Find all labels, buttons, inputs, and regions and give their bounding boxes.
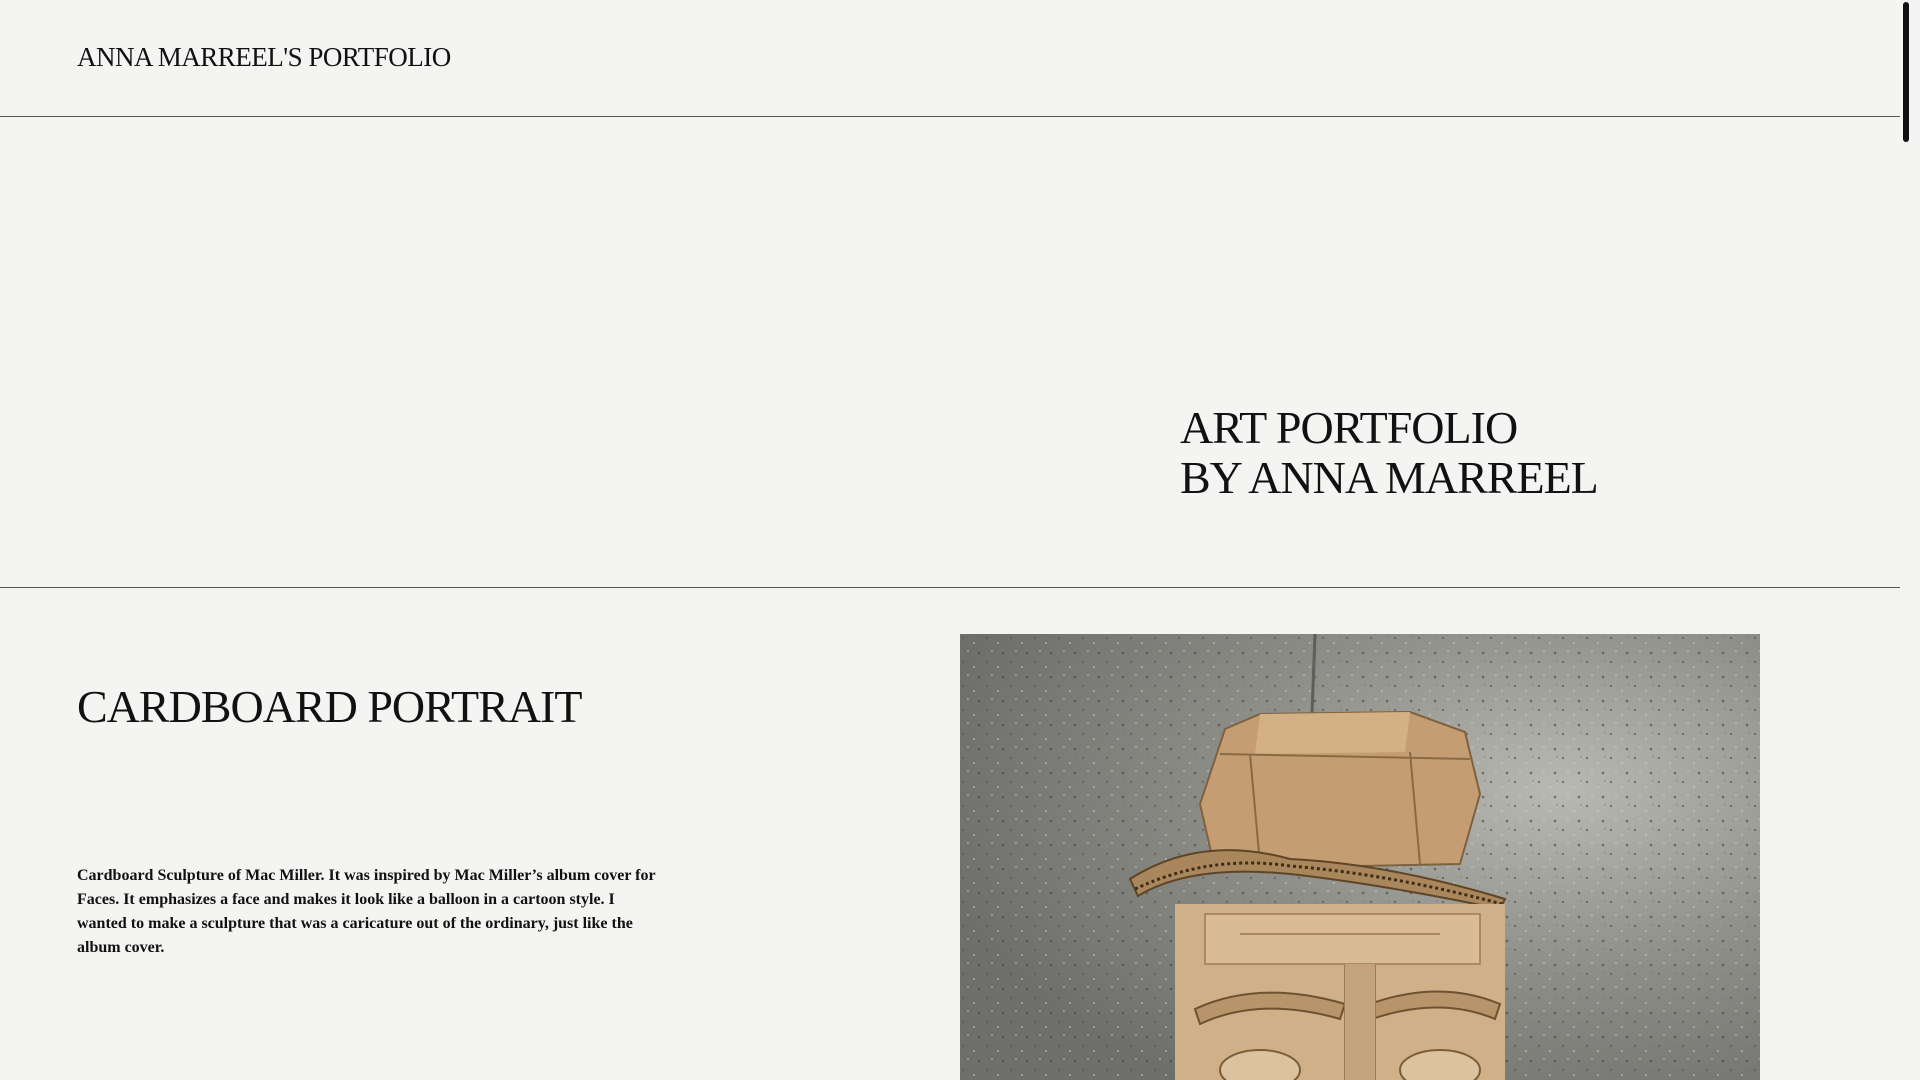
site-title-link[interactable]: ANNA MARREEL'S PORTFOLIO xyxy=(77,42,451,73)
scrollbar-thumb[interactable] xyxy=(1903,2,1909,142)
site-header: ANNA MARREEL'S PORTFOLIO xyxy=(0,0,1910,117)
vertical-scrollbar[interactable] xyxy=(1900,0,1910,1080)
hero-title-line-1: ART PORTFOLIO xyxy=(1180,402,1518,453)
hero-title-line-2: BY ANNA MARREEL xyxy=(1180,452,1599,503)
hero-title: ART PORTFOLIO BY ANNA MARREEL xyxy=(1180,402,1599,503)
project-description: Cardboard Sculpture of Mac Miller. It wa… xyxy=(77,867,656,956)
portfolio-page: ANNA MARREEL'S PORTFOLIO ART PORTFOLIO B… xyxy=(0,0,1910,1080)
cardboard-sculpture-image xyxy=(960,634,1760,1080)
sculpture-illustration xyxy=(960,634,1760,1080)
hero-section: ART PORTFOLIO BY ANNA MARREEL xyxy=(0,117,1910,588)
project-title: CARDBOARD PORTRAIT xyxy=(77,681,582,732)
